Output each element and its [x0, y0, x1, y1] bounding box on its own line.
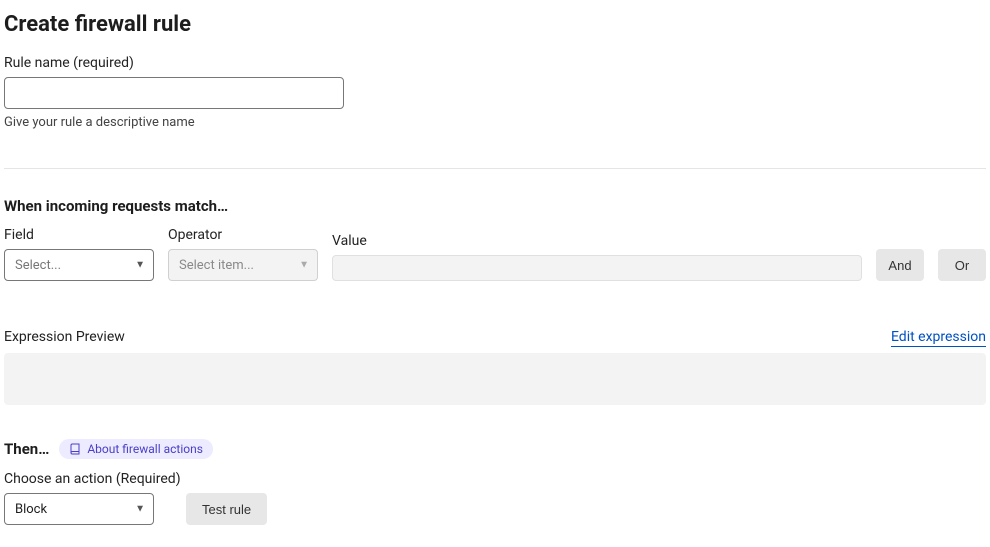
field-select-text: Select... [15, 258, 61, 273]
match-row: Field Select... ▼ Operator Select item..… [4, 227, 986, 281]
operator-label: Operator [168, 227, 318, 243]
action-select-text: Block [15, 502, 47, 517]
rule-name-label: Rule name (required) [4, 55, 986, 71]
field-label: Field [4, 227, 154, 243]
choose-action-label: Choose an action (Required) [4, 471, 986, 487]
rule-name-help: Give your rule a descriptive name [4, 115, 986, 130]
edit-expression-link[interactable]: Edit expression [891, 329, 986, 347]
expression-preview-box [4, 353, 986, 405]
about-firewall-actions-link[interactable]: About firewall actions [59, 439, 213, 459]
operator-select: Select item... ▼ [168, 249, 318, 281]
book-icon [69, 443, 81, 455]
then-heading: Then… [4, 440, 49, 458]
chevron-down-icon: ▼ [135, 260, 145, 271]
rule-name-input[interactable] [4, 77, 344, 109]
section-divider [4, 168, 986, 169]
operator-select-text: Select item... [179, 258, 254, 273]
field-select[interactable]: Select... ▼ [4, 249, 154, 281]
and-button[interactable]: And [876, 249, 924, 281]
value-label: Value [332, 233, 862, 249]
about-firewall-actions-text: About firewall actions [87, 442, 203, 456]
chevron-down-icon: ▼ [135, 504, 145, 515]
page-title: Create firewall rule [4, 12, 986, 37]
value-input [332, 255, 862, 281]
chevron-down-icon: ▼ [299, 260, 309, 271]
test-rule-button[interactable]: Test rule [186, 493, 267, 525]
action-select[interactable]: Block ▼ [4, 493, 154, 525]
expression-preview-label: Expression Preview [4, 329, 125, 345]
match-heading: When incoming requests match… [4, 197, 986, 215]
or-button[interactable]: Or [938, 249, 986, 281]
